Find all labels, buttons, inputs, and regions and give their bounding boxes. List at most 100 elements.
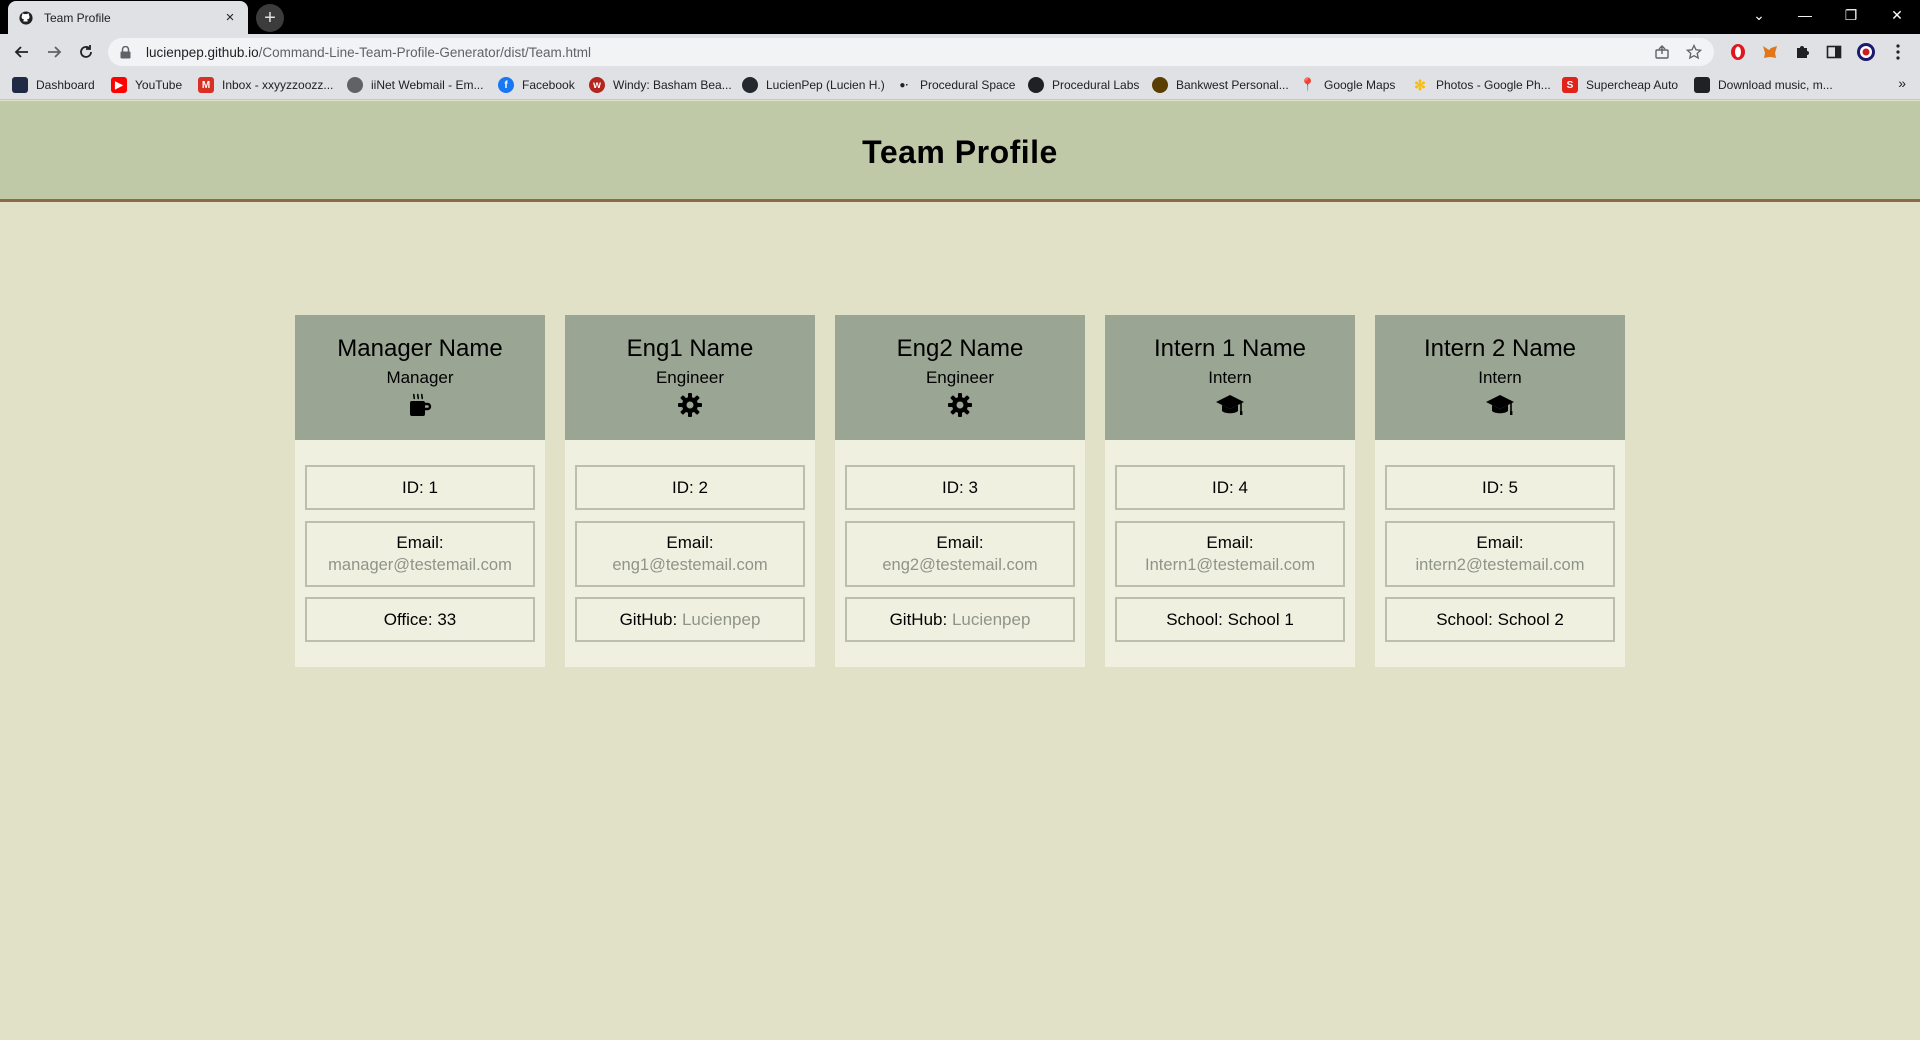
bookmark-dashboard[interactable]: Dashboard (12, 75, 95, 95)
url-path: /Command-Line-Team-Profile-Generator/dis… (258, 44, 591, 60)
email-link[interactable]: eng1@testemail.com (577, 556, 803, 575)
bookmark-procedural-labs[interactable]: Procedural Labs (1028, 75, 1139, 95)
forward-icon[interactable] (40, 38, 68, 66)
back-icon[interactable] (8, 38, 36, 66)
member-github-field: GitHub: Lucienpep (575, 597, 805, 642)
member-id-field: ID: 2 (575, 465, 805, 510)
bookmark-label: Google Maps (1324, 78, 1396, 92)
procedural-labs-icon (1028, 77, 1044, 93)
email-label: Email: (666, 533, 714, 552)
page-header: Team Profile (0, 101, 1920, 202)
member-name: Intern 1 Name (1153, 335, 1307, 362)
url-host: lucienpep.github.io (146, 44, 259, 60)
member-name: Manager Name (337, 335, 503, 362)
member-role: Intern (1478, 368, 1522, 387)
reload-icon[interactable] (72, 38, 100, 66)
email-link[interactable]: intern2@testemail.com (1387, 556, 1613, 575)
id-label: ID: (942, 478, 964, 497)
google-maps-icon: 📍 (1299, 77, 1317, 92)
bookmark-facebook[interactable]: f Facebook (498, 75, 575, 95)
team-member-card: Eng1 Name Engineer ID: 2 Email: eng1@tes… (565, 315, 815, 667)
supercheap-icon: S (1562, 77, 1578, 93)
team-member-card: Manager Name Manager ID: 1 Email: manage… (295, 315, 545, 667)
id-value: 4 (1238, 478, 1248, 497)
bookmark-procedural-space[interactable]: ●· Procedural Space (896, 75, 1015, 95)
bookmarks-overflow-icon[interactable]: » (1898, 75, 1906, 91)
id-label: ID: (402, 478, 424, 497)
bookmark-supercheap[interactable]: S Supercheap Auto (1562, 75, 1678, 95)
bookmark-label: Dashboard (36, 78, 95, 92)
member-school-field: School: School 2 (1385, 597, 1615, 642)
bookmark-star-icon[interactable] (1685, 43, 1703, 65)
profile-avatar-icon[interactable] (1854, 40, 1878, 64)
address-bar[interactable]: lucienpep.github.io/Command-Line-Team-Pr… (108, 38, 1714, 66)
extensions-puzzle-icon[interactable] (1790, 40, 1814, 64)
email-link[interactable]: Intern1@testemail.com (1117, 556, 1343, 575)
school-label: School: (1166, 610, 1223, 629)
bookmark-google-photos[interactable]: ✻ Photos - Google Ph... (1412, 75, 1551, 95)
id-value: 3 (968, 478, 978, 497)
member-id-field: ID: 5 (1385, 465, 1615, 510)
member-role: Engineer (925, 368, 995, 387)
id-value: 2 (698, 478, 708, 497)
github-link[interactable]: Lucienpep (682, 610, 760, 629)
id-label: ID: (1482, 478, 1504, 497)
restore-button[interactable]: ❐ (1828, 0, 1874, 30)
youtube-icon: ▶ (111, 77, 127, 93)
procedural-space-icon: ●· (899, 79, 909, 91)
member-id-field: ID: 1 (305, 465, 535, 510)
bookmark-github[interactable]: LucienPep (Lucien H.) (742, 75, 885, 95)
team-member-card: Intern 1 Name Intern ID: 4 Email: Intern… (1105, 315, 1355, 667)
lock-icon[interactable] (120, 45, 134, 59)
coffee-mug-icon (295, 392, 545, 422)
new-tab-button[interactable]: + (256, 4, 284, 32)
bookmark-inbox[interactable]: M Inbox - xxyyzzoozz... (198, 75, 333, 95)
gear-icon (835, 392, 1085, 422)
github-favicon-icon (18, 10, 34, 26)
tab-close-icon[interactable]: × (222, 9, 238, 26)
bookmark-download-music[interactable]: Download music, m... (1694, 75, 1833, 95)
close-window-button[interactable]: ✕ (1874, 0, 1920, 30)
download-music-icon (1694, 77, 1710, 93)
github-link[interactable]: Lucienpep (952, 610, 1030, 629)
bookmark-google-maps[interactable]: 📍 Google Maps (1300, 75, 1395, 95)
share-icon[interactable] (1654, 44, 1670, 65)
bookmark-bankwest[interactable]: Bankwest Personal... (1152, 75, 1289, 95)
team-member-card: Intern 2 Name Intern ID: 5 Email: intern… (1375, 315, 1625, 667)
member-name: Eng1 Name (626, 335, 754, 362)
browser-tab[interactable]: Team Profile × (8, 1, 248, 34)
bookmark-label: iiNet Webmail - Em... (371, 78, 484, 92)
tab-search-icon[interactable]: ⌄ (1736, 0, 1782, 30)
github-label: GitHub: (619, 610, 678, 629)
id-value: 5 (1508, 478, 1518, 497)
minimize-button[interactable]: — (1782, 0, 1828, 30)
email-link[interactable]: manager@testemail.com (307, 556, 533, 575)
bookmark-label: LucienPep (Lucien H.) (766, 78, 885, 92)
page-title: Team Profile (862, 133, 1058, 170)
member-github-field: GitHub: Lucienpep (845, 597, 1075, 642)
member-email-field: Email: eng1@testemail.com (575, 521, 805, 587)
metamask-extension-icon[interactable] (1758, 40, 1782, 64)
bookmark-youtube[interactable]: ▶ YouTube (111, 75, 182, 95)
opera-extension-icon[interactable] (1726, 40, 1750, 64)
bookmark-iinet[interactable]: iiNet Webmail - Em... (347, 75, 483, 95)
school-value: School 1 (1227, 610, 1294, 629)
card-header: Intern 1 Name Intern (1105, 315, 1355, 440)
bookmark-label: Download music, m... (1718, 78, 1833, 92)
id-value: 1 (428, 478, 438, 497)
iinet-icon (347, 77, 363, 93)
school-label: School: (1436, 610, 1493, 629)
browser-menu-icon[interactable] (1886, 40, 1910, 64)
member-email-field: Email: manager@testemail.com (305, 521, 535, 587)
email-link[interactable]: eng2@testemail.com (847, 556, 1073, 575)
bookmark-windy[interactable]: w Windy: Basham Bea... (589, 75, 732, 95)
email-label: Email: (1476, 533, 1524, 552)
bookmark-label: Inbox - xxyyzzoozz... (222, 78, 334, 92)
tab-strip: Team Profile × + ⌄ — ❐ ✕ (0, 0, 1920, 34)
dashboard-icon (12, 77, 28, 93)
team-member-card: Eng2 Name Engineer ID: 3 Email: eng2@tes… (835, 315, 1085, 667)
bookmark-label: Photos - Google Ph... (1436, 78, 1551, 92)
member-email-field: Email: Intern1@testemail.com (1115, 521, 1345, 587)
side-panel-icon[interactable] (1822, 40, 1846, 64)
member-name: Intern 2 Name (1423, 335, 1577, 362)
